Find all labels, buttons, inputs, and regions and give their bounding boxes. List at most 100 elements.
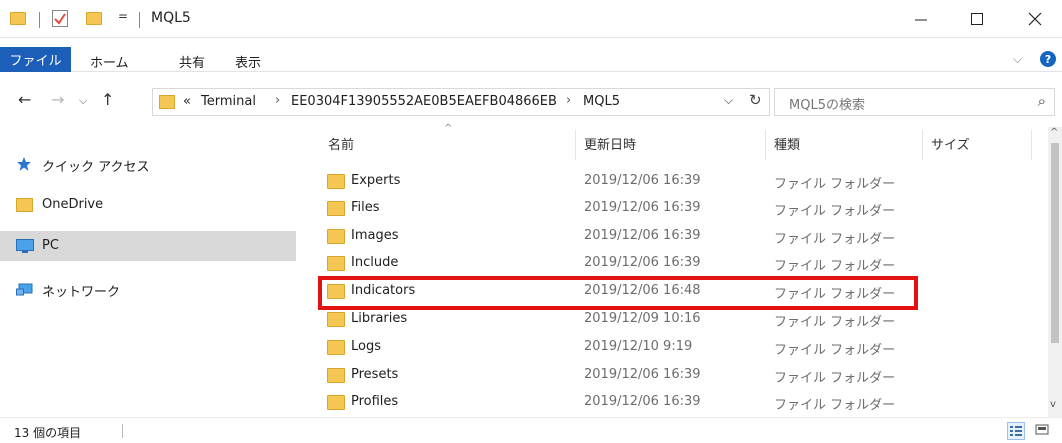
large-icons-view-button[interactable] <box>1034 422 1052 440</box>
refresh-icon[interactable]: ↻ <box>749 91 762 109</box>
folder-icon <box>327 229 345 244</box>
file-type: ファイル フォルダー <box>774 398 896 413</box>
search-icon[interactable]: ⌕ <box>1038 92 1046 110</box>
file-date: 2019/12/09 10:16 <box>584 311 701 326</box>
help-icon[interactable]: ? <box>1040 51 1056 67</box>
file-name: Libraries <box>351 311 408 326</box>
file-list: 名前 ^ 更新日時 種類 サイズ Experts 2019/12/06 16:3… <box>313 123 1048 417</box>
breadcrumb-chevron-icon[interactable]: › <box>566 93 571 108</box>
highlight-box <box>318 276 918 310</box>
table-row[interactable]: Presets 2019/12/06 16:39 ファイル フォルダー <box>313 362 913 389</box>
folder-icon <box>327 312 345 327</box>
separator <box>139 12 140 28</box>
sort-ascending-icon: ^ <box>444 123 453 134</box>
details-view-icon <box>1010 426 1022 436</box>
monitor-icon <box>16 239 34 253</box>
nav-label: ネットワーク <box>42 285 121 300</box>
quick-access-dropdown[interactable]: = <box>118 9 128 23</box>
file-type: ファイル フォルダー <box>774 259 896 274</box>
forward-icon[interactable]: → <box>51 90 64 109</box>
column-divider[interactable] <box>1031 130 1032 160</box>
tab-file[interactable]: ファイル <box>0 47 71 72</box>
new-folder-icon[interactable] <box>86 12 102 25</box>
column-header-date[interactable]: 更新日時 <box>584 134 636 153</box>
title-bar: = MQL5 <box>0 0 1062 38</box>
file-name: Logs <box>351 339 381 354</box>
folder-icon <box>327 368 345 383</box>
file-type: ファイル フォルダー <box>774 204 896 219</box>
breadcrumb-overflow[interactable]: « <box>183 94 191 109</box>
file-date: 2019/12/06 16:39 <box>584 173 701 188</box>
nav-item-pc[interactable]: PC <box>0 231 296 261</box>
search-box[interactable]: MQL5の検索 ⌕ <box>774 88 1055 116</box>
table-row[interactable]: Logs 2019/12/10 9:19 ファイル フォルダー <box>313 334 913 361</box>
nav-label: PC <box>42 238 59 253</box>
scroll-up-icon[interactable]: ^ <box>1050 127 1058 138</box>
up-icon[interactable]: ↑ <box>101 90 114 109</box>
folder-icon <box>327 395 345 410</box>
column-header-name[interactable]: 名前 <box>328 134 354 153</box>
details-view-button[interactable] <box>1007 422 1025 440</box>
table-row[interactable]: Libraries 2019/12/09 10:16 ファイル フォルダー <box>313 306 913 333</box>
address-bar[interactable]: « Terminal › EE0304F13905552AE0B5EAEFB04… <box>152 88 770 116</box>
scroll-down-icon[interactable]: v <box>1050 399 1056 410</box>
file-date: 2019/12/10 9:19 <box>584 339 693 354</box>
back-icon[interactable]: ← <box>18 90 31 109</box>
column-divider[interactable] <box>575 130 576 160</box>
nav-item-network[interactable]: ネットワーク <box>0 274 296 304</box>
search-input[interactable]: MQL5の検索 <box>789 94 865 113</box>
navigation-pane: クイック アクセス OneDrive PC ネットワーク <box>0 127 296 417</box>
file-type: ファイル フォルダー <box>774 315 896 330</box>
network-icon <box>16 283 33 296</box>
file-type: ファイル フォルダー <box>774 177 896 192</box>
breadcrumb-mql5[interactable]: MQL5 <box>583 94 620 109</box>
close-button[interactable] <box>1012 0 1058 38</box>
file-date: 2019/12/06 16:39 <box>584 200 701 215</box>
folder-icon <box>327 174 345 189</box>
file-type: ファイル フォルダー <box>774 232 896 247</box>
expand-ribbon-chevron-icon[interactable]: ⌵ <box>1013 52 1022 67</box>
vertical-scrollbar[interactable]: ^ v <box>1048 127 1062 417</box>
address-dropdown-icon[interactable]: ⌵ <box>724 93 733 108</box>
maximize-icon <box>971 13 983 25</box>
column-divider[interactable] <box>922 130 923 160</box>
folder-icon <box>327 340 345 355</box>
file-type: ファイル フォルダー <box>774 343 896 358</box>
nav-item-quick-access[interactable]: クイック アクセス <box>0 149 296 179</box>
nav-item-onedrive[interactable]: OneDrive <box>0 190 296 220</box>
table-row[interactable]: Include 2019/12/06 16:39 ファイル フォルダー <box>313 250 913 277</box>
separator <box>39 12 40 28</box>
minimize-button[interactable] <box>898 0 944 38</box>
separator <box>122 424 123 438</box>
star-icon <box>17 157 31 171</box>
breadcrumb-terminal[interactable]: Terminal <box>201 94 256 109</box>
breadcrumb-terminal-id[interactable]: EE0304F13905552AE0B5EAEFB04866EB <box>291 94 557 109</box>
nav-label: クイック アクセス <box>42 160 150 175</box>
folder-icon <box>327 256 345 271</box>
tab-share[interactable]: 共有 <box>179 52 205 71</box>
breadcrumb-chevron-icon[interactable]: › <box>275 93 280 108</box>
table-row[interactable]: Files 2019/12/06 16:39 ファイル フォルダー <box>313 195 913 222</box>
scroll-thumb[interactable] <box>1051 143 1059 343</box>
column-header-size[interactable]: サイズ <box>931 134 970 153</box>
status-bar: 13 個の項目 <box>0 417 1062 443</box>
nav-label: OneDrive <box>42 197 104 212</box>
recent-locations-chevron-icon[interactable]: ⌵ <box>79 94 87 108</box>
window-title: MQL5 <box>151 10 191 26</box>
column-header-type[interactable]: 種類 <box>774 134 800 153</box>
properties-icon[interactable] <box>52 10 68 27</box>
table-row[interactable]: Images 2019/12/06 16:39 ファイル フォルダー <box>313 223 913 250</box>
tab-home[interactable]: ホーム <box>90 52 129 71</box>
table-row[interactable]: Profiles 2019/12/06 16:39 ファイル フォルダー <box>313 389 913 416</box>
item-count: 13 個の項目 <box>14 426 82 440</box>
maximize-button[interactable] <box>954 0 1000 38</box>
file-name: Profiles <box>351 394 399 409</box>
tab-view[interactable]: 表示 <box>235 52 261 71</box>
table-row[interactable]: Experts 2019/12/06 16:39 ファイル フォルダー <box>313 168 913 195</box>
file-name: Presets <box>351 367 399 382</box>
file-name: Images <box>351 228 399 243</box>
folder-icon <box>327 201 345 216</box>
file-type: ファイル フォルダー <box>774 371 896 386</box>
close-icon <box>1028 12 1042 26</box>
column-divider[interactable] <box>765 130 766 160</box>
